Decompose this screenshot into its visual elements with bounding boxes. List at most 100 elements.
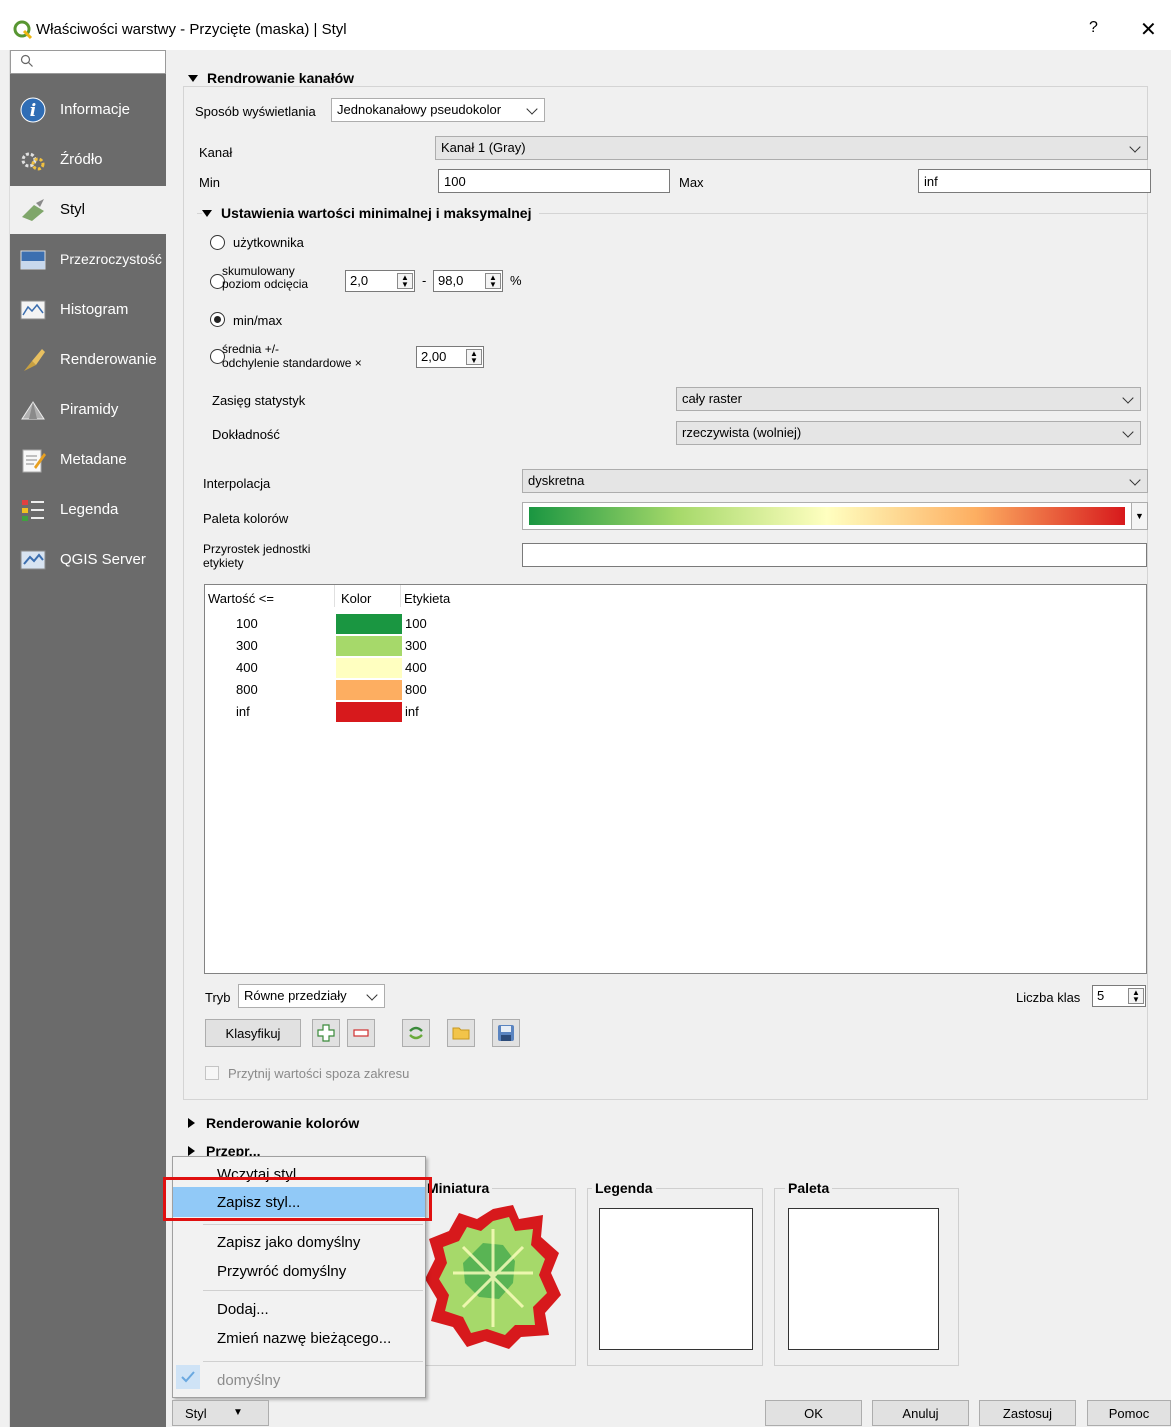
help-icon[interactable]: ? — [1089, 19, 1098, 37]
ok-button[interactable]: OK — [765, 1400, 862, 1426]
qgis-logo-icon — [13, 20, 33, 40]
sidebar-item-renderowanie[interactable]: Renderowanie — [10, 336, 166, 384]
expand-arrow-icon — [188, 1118, 195, 1128]
row-value: inf — [236, 704, 250, 719]
color-ramp-select[interactable]: ▼ — [522, 502, 1148, 530]
chevron-down-icon — [1129, 474, 1141, 486]
transparency-icon — [20, 250, 46, 270]
max-input[interactable]: inf — [918, 169, 1151, 193]
row-color-swatch[interactable] — [336, 658, 402, 678]
palette-preview-box — [788, 1208, 939, 1350]
row-color-swatch[interactable] — [336, 614, 402, 634]
radio-minmax[interactable] — [210, 312, 225, 327]
row-label: 800 — [405, 682, 427, 697]
clip-out-of-range-checkbox[interactable] — [205, 1066, 219, 1080]
sidebar-item-przezroczystosc[interactable]: Przezroczystość — [10, 236, 166, 284]
chevron-down-icon — [1129, 141, 1141, 153]
spin-arrows-icon[interactable]: ▲ ▼ — [397, 273, 413, 289]
collapse-arrow-icon — [188, 75, 198, 82]
plus-icon — [317, 1024, 335, 1042]
sidebar-item-histogram[interactable]: Histogram — [10, 286, 166, 334]
scrollbar[interactable] — [1153, 50, 1171, 1395]
row-value: 800 — [236, 682, 258, 697]
dropdown-arrow-icon: ▼ — [233, 1407, 243, 1418]
mode-select[interactable]: Równe przedziały — [238, 984, 385, 1008]
chevron-down-icon — [1122, 426, 1134, 438]
legend-preview-box — [599, 1208, 753, 1350]
cumulative-high-spinbox[interactable]: 98,0 ▲ ▼ — [433, 270, 503, 292]
class-table[interactable]: Wartość <= Kolor Etykieta 100 100 300 30… — [204, 584, 1147, 974]
spin-arrows-icon[interactable]: ▲ ▼ — [1128, 988, 1144, 1004]
band-select[interactable]: Kanał 1 (Gray) — [435, 136, 1148, 160]
menu-item-add[interactable]: Dodaj... — [173, 1294, 425, 1324]
cumulative-dash: - — [422, 273, 427, 288]
menu-item-current-style[interactable]: domyślny — [173, 1365, 425, 1395]
sidebar-item-piramidy[interactable]: Piramidy — [10, 386, 166, 434]
style-menu-button[interactable]: Styl ▼ — [172, 1400, 269, 1426]
label-suffix-input[interactable] — [522, 543, 1147, 567]
palette-label: Paleta — [785, 1180, 833, 1196]
col-header-value[interactable]: Wartość <= — [208, 591, 274, 606]
apply-button[interactable]: Zastosuj — [979, 1400, 1076, 1426]
cancel-button[interactable]: Anuluj — [872, 1400, 969, 1426]
save-colormap-button[interactable] — [492, 1019, 520, 1047]
window-title: Właściwości warstwy - Przycięte (maska) … — [36, 21, 347, 38]
row-color-swatch[interactable] — [336, 702, 402, 722]
col-header-label[interactable]: Etykieta — [404, 591, 450, 606]
sidebar-item-styl[interactable]: Styl — [10, 186, 166, 234]
cumulative-low-spinbox[interactable]: 2,0 ▲ ▼ — [345, 270, 415, 292]
stddev-spinbox[interactable]: 2,00 ▲ ▼ — [416, 346, 484, 368]
min-label: Min — [199, 175, 220, 190]
menu-separator — [203, 1224, 423, 1225]
spin-arrows-icon[interactable]: ▲ ▼ — [466, 349, 482, 365]
row-label: 300 — [405, 638, 427, 653]
color-ramp-preview — [529, 507, 1125, 525]
color-rendering-header[interactable]: Renderowanie kolorów — [188, 1115, 359, 1131]
spin-arrows-icon[interactable]: ▲ ▼ — [485, 273, 501, 289]
add-class-button[interactable] — [312, 1019, 340, 1047]
interpolation-select[interactable]: dyskretna — [522, 469, 1148, 493]
classify-button[interactable]: Klasyfikuj — [205, 1019, 301, 1047]
sidebar-item-legenda[interactable]: Legenda — [10, 486, 166, 534]
menu-separator — [203, 1361, 423, 1362]
menu-item-restore-default[interactable]: Przywróć domyślny — [173, 1256, 425, 1286]
radio-user[interactable] — [210, 235, 225, 250]
chevron-down-icon — [366, 989, 378, 1001]
band-label: Kanał — [199, 145, 233, 160]
radio-minmax-label: min/max — [233, 313, 283, 328]
menu-item-rename-current[interactable]: Zmień nazwę bieżącego... — [173, 1323, 425, 1353]
load-colormap-button[interactable] — [447, 1019, 475, 1047]
left-edge — [0, 50, 10, 1427]
cumulative-unit: % — [510, 273, 522, 288]
search-icon — [20, 54, 33, 67]
minmax-header[interactable]: Ustawienia wartości minimalnej i maksyma… — [202, 205, 540, 221]
help-button[interactable]: Pomoc — [1087, 1400, 1171, 1426]
raster-thumbnail — [425, 1205, 561, 1349]
minmax-group — [197, 213, 1148, 453]
sidebar-item-metadane[interactable]: Metadane — [10, 436, 166, 484]
info-icon: i — [20, 97, 46, 123]
menu-separator — [203, 1290, 423, 1291]
reverse-colors-button[interactable] — [402, 1019, 430, 1047]
classes-count-spinbox[interactable]: 5 ▲ ▼ — [1092, 985, 1146, 1007]
sidebar-item-informacje[interactable]: i Informacje — [10, 86, 166, 134]
mode-label: Tryb — [205, 990, 231, 1005]
dropdown-arrow-icon[interactable]: ▼ — [1131, 503, 1147, 529]
render-type-select[interactable]: Jednokanałowy pseudokolor — [331, 98, 545, 122]
row-color-swatch[interactable] — [336, 636, 402, 656]
sidebar-item-qgis-server[interactable]: QGIS Server — [10, 536, 166, 584]
save-icon — [498, 1025, 514, 1041]
remove-class-button[interactable] — [347, 1019, 375, 1047]
band-rendering-header[interactable]: Rendrowanie kanałów — [188, 70, 363, 86]
min-input[interactable]: 100 — [438, 169, 670, 193]
sidebar-item-zrodlo[interactable]: Źródło — [10, 136, 166, 184]
label-suffix-label-line1: Przyrostek jednostki — [203, 542, 311, 556]
row-value: 100 — [236, 616, 258, 631]
accuracy-select[interactable]: rzeczywista (wolniej) — [676, 421, 1141, 445]
col-header-color[interactable]: Kolor — [341, 591, 371, 606]
search-input[interactable] — [10, 50, 166, 74]
close-icon[interactable]: ✕ — [1140, 17, 1157, 42]
extent-select[interactable]: cały raster — [676, 387, 1141, 411]
menu-item-save-as-default[interactable]: Zapisz jako domyślny — [173, 1227, 425, 1257]
row-color-swatch[interactable] — [336, 680, 402, 700]
